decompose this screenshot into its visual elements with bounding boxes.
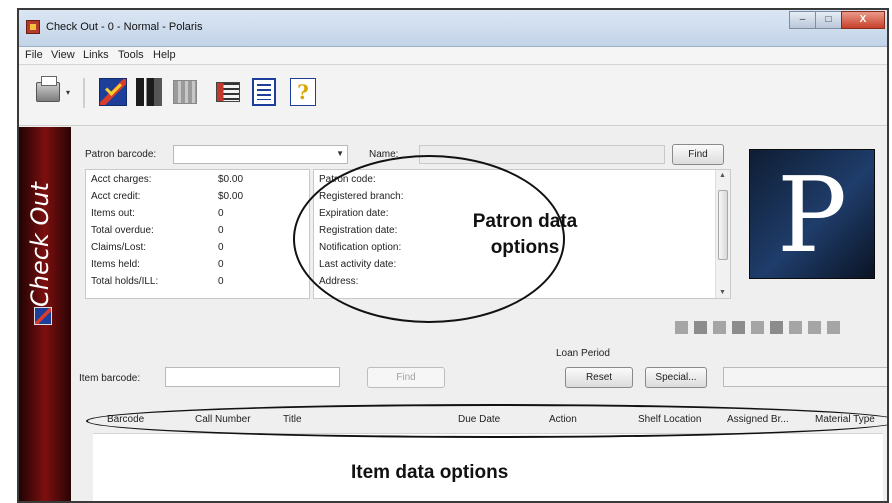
stat-value: $0.00 xyxy=(218,191,244,202)
patron-annotation-line1: Patron data xyxy=(472,211,578,232)
item-barcode-label: Item barcode: xyxy=(79,373,141,384)
window-title: Check Out - 0 - Normal - Polaris xyxy=(46,21,203,33)
menu-tools[interactable]: Tools xyxy=(118,49,144,61)
stat-label: Total overdue: xyxy=(91,225,154,236)
patron-barcode-label: Patron barcode: xyxy=(85,149,157,160)
toolbar: ▾ ? xyxy=(19,66,887,126)
polaris-logo-letter: P xyxy=(777,154,847,276)
item-find-button[interactable]: Find xyxy=(367,367,445,388)
item-data-highlight-ellipse xyxy=(86,404,887,438)
print-icon[interactable] xyxy=(36,76,60,102)
patron-find-button[interactable]: Find xyxy=(672,144,724,165)
patron-action-icons xyxy=(675,321,840,334)
record-icon[interactable] xyxy=(770,321,783,334)
stat-label: Acct credit: xyxy=(91,191,141,202)
stat-value: 0 xyxy=(218,276,224,287)
books-icon[interactable] xyxy=(136,78,162,106)
stat-value: 0 xyxy=(218,259,224,270)
sidebar-checkout-icon[interactable] xyxy=(34,307,52,325)
stat-label: Claims/Lost: xyxy=(91,242,147,253)
loan-period-label: Loan Period xyxy=(556,348,610,359)
help-icon[interactable]: ? xyxy=(290,78,316,106)
title-bar[interactable]: Check Out - 0 - Normal - Polaris – □ X xyxy=(19,10,887,47)
grid-view-icon[interactable] xyxy=(216,82,240,102)
minimize-button[interactable]: – xyxy=(789,11,816,29)
close-button[interactable]: X xyxy=(841,11,885,29)
stat-label: Items out: xyxy=(91,208,135,219)
window-controls: – □ X xyxy=(789,11,885,29)
polaris-app-icon xyxy=(26,20,40,34)
checkout-sidebar: Check Out xyxy=(19,127,71,501)
menu-view[interactable]: View xyxy=(51,49,75,61)
stat-value: 0 xyxy=(218,242,224,253)
edit-icon[interactable] xyxy=(827,321,840,334)
patron-data-annotation: Patron data options xyxy=(435,209,615,261)
stat-value: $0.00 xyxy=(218,174,244,185)
maximize-button[interactable]: □ xyxy=(815,11,842,29)
menu-help[interactable]: Help xyxy=(153,49,176,61)
chevron-down-icon[interactable]: ▼ xyxy=(336,149,344,158)
stat-label: Items held: xyxy=(91,259,140,270)
camera-icon[interactable] xyxy=(751,321,764,334)
reset-button[interactable]: Reset xyxy=(565,367,633,388)
main-content: Patron barcode: ▼ Name: Find Acct charge… xyxy=(71,127,887,501)
address-icon[interactable] xyxy=(732,321,745,334)
checkout-icon[interactable] xyxy=(99,78,127,106)
stat-value: 0 xyxy=(218,225,224,236)
scroll-down-icon[interactable]: ▼ xyxy=(719,289,726,296)
patron-account-summary: Acct charges: $0.00 Acct credit: $0.00 I… xyxy=(85,169,310,299)
menu-bar: File View Links Tools Help xyxy=(19,47,887,65)
patron-annotation-line2: options xyxy=(490,237,560,258)
patron-details-scrollbar[interactable]: ▲ ▼ xyxy=(715,170,730,298)
stat-label: Total holds/ILL: xyxy=(91,276,159,287)
menu-links[interactable]: Links xyxy=(83,49,109,61)
scrollbar-thumb[interactable] xyxy=(718,190,728,260)
checkout-window: Check Out - 0 - Normal - Polaris – □ X F… xyxy=(17,8,889,503)
loan-period-field xyxy=(723,367,887,387)
stat-label: Acct charges: xyxy=(91,174,152,185)
menu-file[interactable]: File xyxy=(25,49,43,61)
block-icon[interactable] xyxy=(694,321,707,334)
card-icon[interactable] xyxy=(789,321,802,334)
patron-barcode-combo[interactable]: ▼ xyxy=(173,145,348,164)
patron-photo: P xyxy=(749,149,875,279)
special-button[interactable]: Special... xyxy=(645,367,707,388)
bill-icon[interactable] xyxy=(713,321,726,334)
list-icon[interactable] xyxy=(675,321,688,334)
item-data-annotation: Item data options xyxy=(351,462,509,483)
disabled-tool-icon[interactable] xyxy=(173,80,197,104)
scroll-up-icon[interactable]: ▲ xyxy=(719,172,726,179)
sidebar-title: Check Out xyxy=(26,182,54,307)
notes-icon[interactable] xyxy=(808,321,821,334)
item-barcode-input[interactable] xyxy=(165,367,340,387)
stat-value: 0 xyxy=(218,208,224,219)
print-dropdown-icon[interactable]: ▾ xyxy=(66,88,76,98)
toolbar-separator xyxy=(83,78,85,108)
record-document-icon[interactable] xyxy=(252,78,276,106)
